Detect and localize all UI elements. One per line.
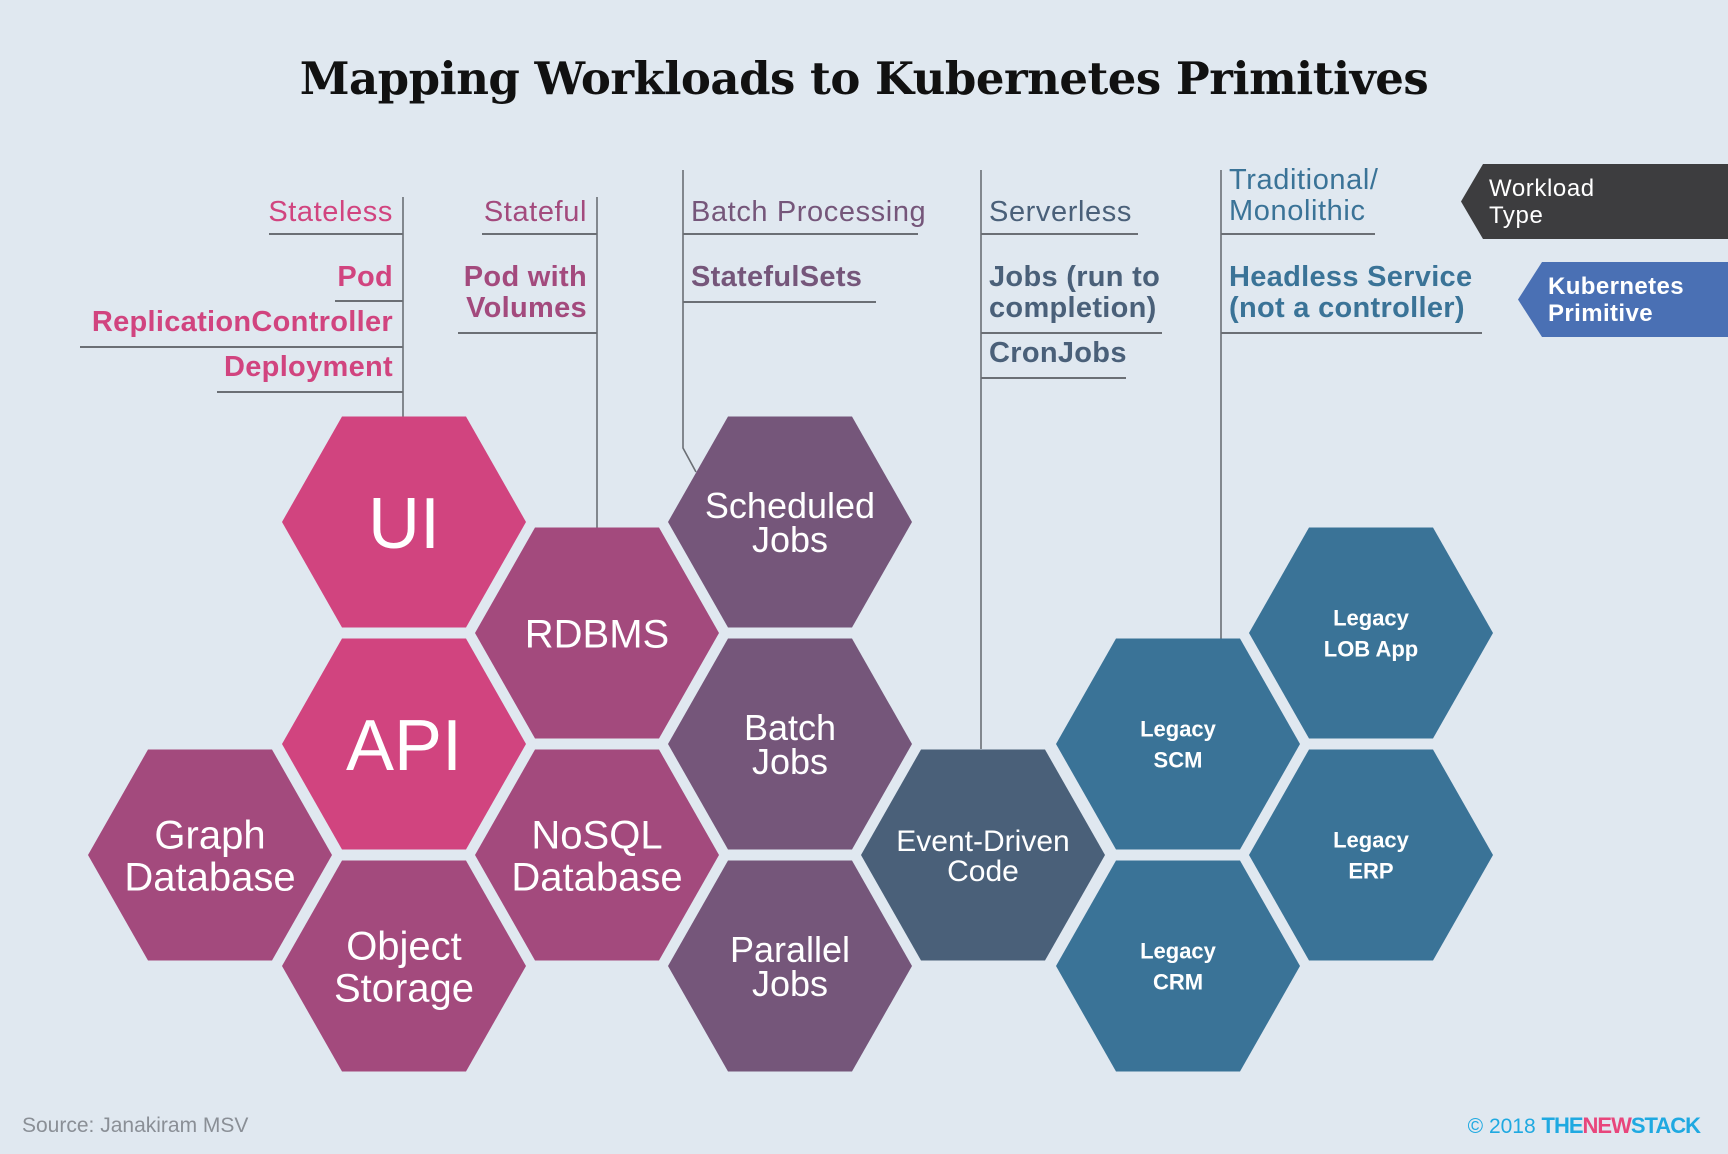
brand-logo: THENEWSTACK (1541, 1113, 1701, 1138)
hex-parallel-jobs: Parallel Jobs (668, 860, 912, 1072)
hex-legacy-lob-app: Legacy LOB App (1249, 527, 1493, 739)
primitive-batch-0: StatefulSets (691, 261, 863, 293)
hex-shape-legacy-scm (1056, 638, 1300, 850)
brand-new: NEW (1582, 1113, 1632, 1138)
hex-shape-legacy-lob-app (1249, 527, 1493, 739)
brand-the: THE (1541, 1113, 1584, 1138)
hex-shape-legacy-erp (1249, 749, 1493, 961)
legend-workload-type-label: Workload Type (1489, 174, 1595, 229)
hex-label-nosql-database: NoSQL Database (511, 813, 682, 899)
hex-label-ui: UI (368, 484, 440, 564)
hex-label-batch-jobs: Batch Jobs (744, 707, 836, 782)
workload-type-stateful: Stateful (483, 196, 587, 228)
hex-graph-database: Graph Database (88, 749, 332, 961)
hex-label-api: API (346, 706, 462, 786)
primitive-serverless-0: Jobs (run to completion) (989, 261, 1161, 324)
hex-legacy-crm: Legacy CRM (1056, 860, 1300, 1072)
workload-type-traditional: Traditional/Monolithic (1229, 164, 1379, 227)
hex-event-driven-code: Event-Driven Code (861, 749, 1105, 961)
primitive-stateless-0: Pod (337, 261, 393, 293)
source-credit: Source: Janakiram MSV (22, 1114, 249, 1137)
brand-stack: STACK (1630, 1113, 1701, 1138)
hex-label-object-storage: Object Storage (334, 924, 474, 1010)
hex-scheduled-jobs: Scheduled Jobs (668, 416, 912, 628)
primitive-serverless-1: CronJobs (989, 337, 1127, 369)
diagram-canvas: UI API Object StorageGraph Database RDBMS NoSQ… (80, 164, 1728, 1072)
primitive-traditional-0: Headless Service (not a controller) (1229, 261, 1473, 324)
copyright-year: © 2018 (1467, 1115, 1536, 1138)
workload-type-batch: Batch Processing (691, 196, 927, 228)
primitive-stateful-0: Pod with Volumes (463, 261, 587, 324)
hex-api: API (282, 638, 526, 850)
primitive-stateless-2: Deployment (224, 351, 393, 383)
hex-shape-legacy-crm (1056, 860, 1300, 1072)
hex-legacy-erp: Legacy ERP (1249, 749, 1493, 961)
workload-type-serverless: Serverless (989, 196, 1132, 228)
hex-nosql-database: NoSQL Database (475, 749, 719, 961)
legend-kubernetes-primitive-label: Kubernetes Primitive (1548, 272, 1685, 327)
copyright-notice: © 2018 THENEWSTACK (1467, 1113, 1701, 1139)
hex-ui: UI (282, 416, 526, 628)
hex-batch-jobs: Batch Jobs (668, 638, 912, 850)
hex-object-storage: Object Storage (282, 860, 526, 1072)
primitive-stateless-1: ReplicationController (91, 306, 393, 338)
hex-legacy-scm: Legacy SCM (1056, 638, 1300, 850)
infographic: Mapping Workloads to Kubernetes Primitiv… (0, 0, 1728, 1154)
hex-label-rdbms: RDBMS (525, 612, 669, 656)
hex-rdbms: RDBMS (475, 527, 719, 739)
workload-type-stateless: Stateless (268, 196, 393, 228)
